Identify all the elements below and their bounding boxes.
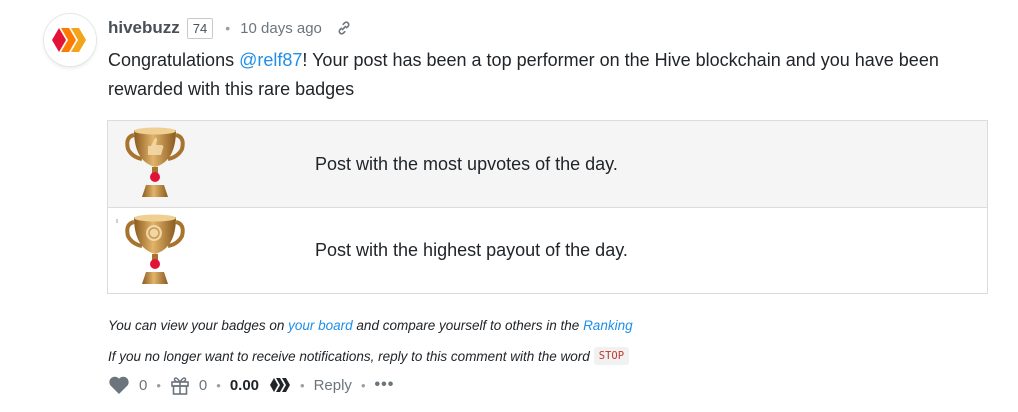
permalink-icon[interactable] <box>336 20 352 36</box>
user-mention-link[interactable]: @relf87 <box>239 50 302 70</box>
ranking-link[interactable]: Ranking <box>583 318 633 333</box>
badges-note: You can view your badges on your board a… <box>108 318 633 333</box>
badges-table: Post with the most upvotes of the day. P… <box>107 120 988 294</box>
hivebuzz-logo-icon <box>44 14 96 66</box>
note-text: If you no longer want to receive notific… <box>108 348 590 364</box>
badge-row: Post with the highest payout of the day. <box>108 207 987 293</box>
footer-separator: • <box>216 377 221 393</box>
note-text: You can view your badges on <box>108 318 289 333</box>
stop-keyword: STOP <box>593 347 630 365</box>
payout-value[interactable]: 0.00 <box>230 377 259 394</box>
comment-footer: 0 • 0 • 0.00 • Reply • ••• <box>108 374 394 396</box>
gift-icon[interactable] <box>170 375 190 395</box>
upvote-heart-icon[interactable] <box>108 375 130 395</box>
comment-body: Congratulations @relf87! Your post has b… <box>108 46 988 104</box>
vote-count[interactable]: 0 <box>139 377 147 394</box>
reputation-badge: 74 <box>186 17 214 39</box>
hive-logo-icon <box>269 375 291 395</box>
timestamp[interactable]: 10 days ago <box>240 20 322 37</box>
footer-separator: • <box>360 377 366 393</box>
trophy-coin-icon <box>124 212 186 288</box>
gift-count: 0 <box>198 376 208 394</box>
header-separator: • <box>225 20 231 36</box>
trophy-thumbs-up-icon <box>124 125 186 201</box>
comment-header: hivebuzz 74 • 10 days ago <box>108 16 352 40</box>
reply-button[interactable]: Reply <box>314 377 352 394</box>
note-text: and compare yourself to others in the <box>352 318 584 333</box>
more-options-button[interactable]: ••• <box>375 376 395 394</box>
footer-separator: • <box>300 377 305 393</box>
badge-description: Post with the most upvotes of the day. <box>315 153 618 174</box>
body-prefix: Congratulations <box>108 50 240 70</box>
badge-row: Post with the most upvotes of the day. <box>108 121 987 207</box>
your-board-link[interactable]: your board <box>288 318 353 333</box>
author-name[interactable]: hivebuzz <box>108 18 180 38</box>
footer-separator: • <box>156 377 161 393</box>
badge-description: Post with the highest payout of the day. <box>315 240 628 260</box>
unsubscribe-note: If you no longer want to receive notific… <box>108 347 630 365</box>
author-avatar[interactable] <box>44 14 96 66</box>
row-marker <box>116 219 118 223</box>
